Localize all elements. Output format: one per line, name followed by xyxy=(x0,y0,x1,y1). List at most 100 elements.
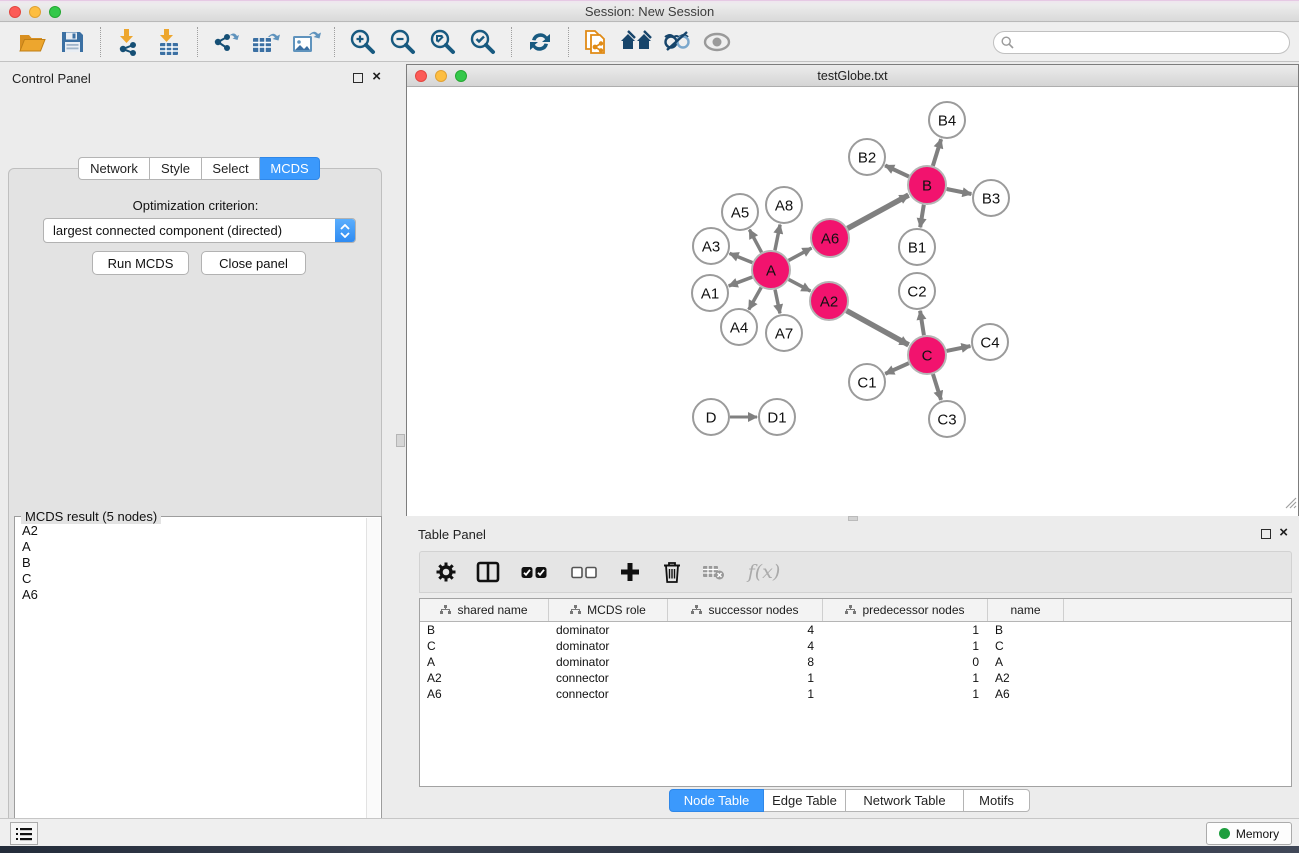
cell-name[interactable]: A xyxy=(988,654,1064,670)
result-list-item[interactable]: A2 xyxy=(22,523,365,539)
edge-B-B3[interactable] xyxy=(947,189,972,194)
cell-successor-nodes[interactable]: 1 xyxy=(668,670,823,686)
table-settings-icon[interactable] xyxy=(432,557,460,587)
result-list-item[interactable]: A xyxy=(22,539,365,555)
cell-predecessor-nodes[interactable]: 1 xyxy=(823,638,988,654)
edge-A-A4[interactable] xyxy=(749,287,761,309)
node-C4[interactable]: C4 xyxy=(972,324,1008,360)
column-header-MCDS-role[interactable]: MCDS role xyxy=(549,599,668,621)
node-B2[interactable]: B2 xyxy=(849,139,885,175)
run-mcds-button[interactable]: Run MCDS xyxy=(92,251,189,275)
title-bar[interactable]: Session: New Session xyxy=(0,0,1299,22)
edge-A-A1[interactable] xyxy=(729,277,753,286)
table-row[interactable]: A2connector11A2 xyxy=(420,670,1291,686)
export-table-icon[interactable] xyxy=(246,26,286,58)
cell-successor-nodes[interactable]: 4 xyxy=(668,638,823,654)
node-A7[interactable]: A7 xyxy=(766,315,802,351)
edge-C-C4[interactable] xyxy=(947,346,971,351)
network-window-titlebar[interactable]: testGlobe.txt xyxy=(407,65,1298,87)
table-row[interactable]: Cdominator41C xyxy=(420,638,1291,654)
edge-A-A2[interactable] xyxy=(789,279,811,291)
close-panel-icon[interactable]: × xyxy=(372,68,381,85)
edge-B-B1[interactable] xyxy=(920,205,924,228)
cell-shared-name[interactable]: B xyxy=(420,622,549,638)
cell-shared-name[interactable]: A2 xyxy=(420,670,549,686)
float-table-panel-icon[interactable] xyxy=(1261,529,1271,539)
cell-shared-name[interactable]: A6 xyxy=(420,686,549,702)
zoom-fit-icon[interactable] xyxy=(423,26,463,58)
tab-edge-table[interactable]: Edge Table xyxy=(764,789,846,812)
network-canvas[interactable]: B4B2BB3A8A5A6A3B1AC2A1A2A4A7C4CC1DD1C3 xyxy=(407,87,1298,516)
table-row[interactable]: A6connector11A6 xyxy=(420,686,1291,702)
edge-A-A5[interactable] xyxy=(749,230,761,253)
edge-C-C2[interactable] xyxy=(920,311,924,335)
import-network-icon[interactable] xyxy=(109,26,149,58)
float-panel-icon[interactable] xyxy=(353,73,363,83)
cell-successor-nodes[interactable]: 1 xyxy=(668,686,823,702)
table-body[interactable]: Bdominator41BCdominator41CAdominator80AA… xyxy=(420,622,1291,702)
delete-column-icon[interactable] xyxy=(658,557,686,587)
node-A[interactable]: A xyxy=(752,251,790,289)
edge-C-C1[interactable] xyxy=(885,363,909,374)
import-table-icon[interactable] xyxy=(149,26,189,58)
zoom-out-icon[interactable] xyxy=(383,26,423,58)
column-header-predecessor-nodes[interactable]: predecessor nodes xyxy=(823,599,988,621)
hide-details-icon[interactable] xyxy=(657,26,697,58)
cell-shared-name[interactable]: A xyxy=(420,654,549,670)
column-header-successor-nodes[interactable]: successor nodes xyxy=(668,599,823,621)
cell-successor-nodes[interactable]: 4 xyxy=(668,622,823,638)
node-A1[interactable]: A1 xyxy=(692,275,728,311)
edge-A2-C[interactable] xyxy=(847,311,909,345)
delete-table-icon[interactable] xyxy=(700,557,728,587)
column-header-name[interactable]: name xyxy=(988,599,1064,621)
tab-node-table[interactable]: Node Table xyxy=(669,789,764,812)
edge-A6-B[interactable] xyxy=(848,195,909,228)
node-B1[interactable]: B1 xyxy=(899,229,935,265)
tab-mcds[interactable]: MCDS xyxy=(260,157,320,180)
tab-network[interactable]: Network xyxy=(78,157,150,180)
cell-MCDS-role[interactable]: dominator xyxy=(549,654,668,670)
cell-predecessor-nodes[interactable]: 1 xyxy=(823,686,988,702)
export-network-icon[interactable] xyxy=(206,26,246,58)
mcds-result-list[interactable]: A2ABCA6 xyxy=(17,523,365,853)
cell-name[interactable]: B xyxy=(988,622,1064,638)
search-field[interactable] xyxy=(993,31,1290,54)
export-image-icon[interactable] xyxy=(286,26,326,58)
tab-network-table[interactable]: Network Table xyxy=(846,789,964,812)
function-builder-icon[interactable]: f(x) xyxy=(742,557,786,587)
node-A4[interactable]: A4 xyxy=(721,309,757,345)
task-history-button[interactable] xyxy=(10,822,38,845)
node-C3[interactable]: C3 xyxy=(929,401,965,437)
node-C1[interactable]: C1 xyxy=(849,364,885,400)
close-table-panel-icon[interactable]: × xyxy=(1279,524,1288,541)
network-view-window[interactable]: testGlobe.txt B4B2BB3A8A5A6A3B1AC2A1A2A4… xyxy=(406,64,1299,516)
dropdown-stepper-icon[interactable] xyxy=(335,219,355,242)
cell-name[interactable]: C xyxy=(988,638,1064,654)
result-list-item[interactable]: C xyxy=(22,571,365,587)
node-table[interactable]: shared nameMCDS rolesuccessor nodesprede… xyxy=(419,598,1292,787)
tab-select[interactable]: Select xyxy=(202,157,260,180)
node-D1[interactable]: D1 xyxy=(759,399,795,435)
clone-network-icon[interactable] xyxy=(577,26,617,58)
edge-A-A8[interactable] xyxy=(775,225,780,251)
edge-B-B4[interactable] xyxy=(933,139,941,166)
column-header-shared-name[interactable]: shared name xyxy=(420,599,549,621)
result-list-item[interactable]: B xyxy=(22,555,365,571)
zoom-in-icon[interactable] xyxy=(343,26,383,58)
node-A8[interactable]: A8 xyxy=(766,187,802,223)
cell-MCDS-role[interactable]: dominator xyxy=(549,638,668,654)
node-C2[interactable]: C2 xyxy=(899,273,935,309)
node-B[interactable]: B xyxy=(908,166,946,204)
result-scrollbar[interactable] xyxy=(366,518,380,853)
cell-MCDS-role[interactable]: dominator xyxy=(549,622,668,638)
search-input[interactable] xyxy=(1018,36,1268,50)
cell-predecessor-nodes[interactable]: 1 xyxy=(823,622,988,638)
tab-style[interactable]: Style xyxy=(150,157,202,180)
edge-A-A6[interactable] xyxy=(789,248,812,260)
split-columns-icon[interactable] xyxy=(474,557,502,587)
node-C[interactable]: C xyxy=(908,336,946,374)
network-graph[interactable]: B4B2BB3A8A5A6A3B1AC2A1A2A4A7C4CC1DD1C3 xyxy=(407,87,1298,516)
cell-successor-nodes[interactable]: 8 xyxy=(668,654,823,670)
node-D[interactable]: D xyxy=(693,399,729,435)
memory-button[interactable]: Memory xyxy=(1206,822,1292,845)
